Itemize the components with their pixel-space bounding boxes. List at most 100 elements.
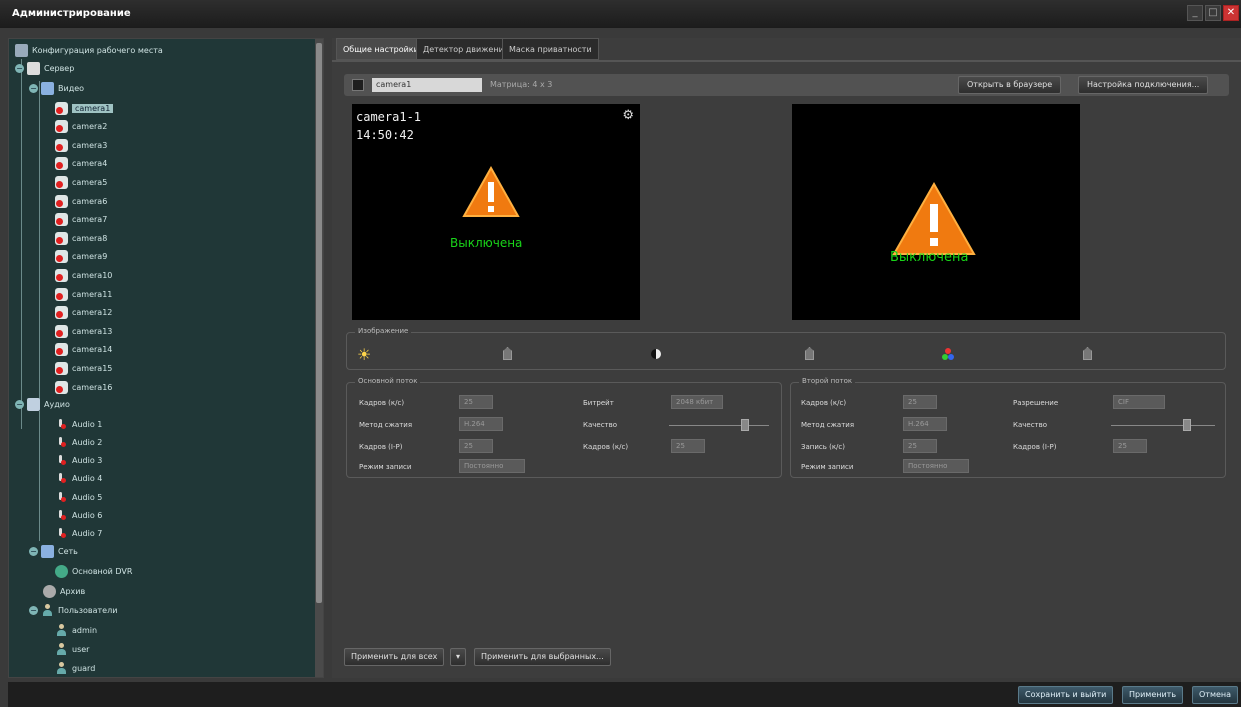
main-bitrate-field[interactable]: 2048 кбит	[671, 395, 723, 409]
tree-camera-item[interactable]: camera8	[55, 229, 107, 247]
tab-general[interactable]: Общие настройки	[336, 38, 426, 60]
tab-privacy-mask[interactable]: Маска приватности	[502, 38, 599, 60]
collapse-icon[interactable]: −	[15, 399, 24, 409]
camera-icon	[55, 287, 68, 301]
tree-user-item[interactable]: user	[55, 640, 89, 658]
contrast-slider[interactable]	[805, 347, 814, 360]
config-tree-panel: Конфигурация рабочего места − Сервер − В…	[8, 38, 324, 678]
audio-label: Audio 3	[72, 456, 103, 466]
preview-settings-icon[interactable]: ⚙	[622, 108, 634, 123]
main-bitrate-label: Битрейт	[583, 399, 614, 407]
camera-icon	[55, 157, 68, 171]
osd-camera-name: camera1-1	[356, 110, 422, 124]
tree-audio-item[interactable]: Audio 5	[55, 488, 102, 506]
gear-icon	[43, 584, 56, 598]
apply-all-button[interactable]: Применить для всех	[344, 648, 445, 666]
tree-scrollbar-thumb[interactable]	[316, 43, 322, 603]
brightness-slider[interactable]	[503, 347, 512, 360]
save-and-exit-button[interactable]: Сохранить и выйти	[1018, 686, 1114, 704]
main-iframe-field[interactable]: 25	[459, 439, 493, 453]
sub-fps-field[interactable]: 25	[903, 395, 937, 409]
tree-camera-item[interactable]: camera13	[55, 322, 112, 340]
camera-icon	[55, 343, 68, 357]
camera-label: camera1	[72, 103, 114, 113]
camera-icon	[55, 306, 68, 320]
tree-camera-item[interactable]: camera2	[55, 118, 107, 136]
tree-user-item[interactable]: admin	[55, 621, 97, 639]
tree-camera-item[interactable]: camera12	[55, 304, 112, 322]
main-compression-select[interactable]: H.264	[459, 417, 503, 431]
tree-network-item[interactable]: Основной DVR	[55, 562, 132, 580]
preview-status: Выключена	[450, 236, 523, 250]
apply-all-dropdown-icon[interactable]: ▾	[450, 648, 466, 666]
tree-server[interactable]: − Сервер	[15, 59, 74, 77]
tree-camera-item[interactable]: camera5	[55, 173, 107, 191]
tree-audio-item[interactable]: Audio 1	[55, 415, 102, 433]
cancel-button[interactable]: Отмена	[1192, 686, 1239, 704]
tree-root[interactable]: Конфигурация рабочего места	[15, 41, 163, 59]
camera-icon	[55, 268, 68, 282]
camera-label: camera10	[72, 270, 113, 280]
tree-audio-item[interactable]: Audio 4	[55, 470, 102, 488]
camera-icon	[55, 324, 68, 338]
tree-audio-item[interactable]: Audio 7	[55, 525, 102, 543]
tree-audio-item[interactable]: Audio 6	[55, 507, 102, 525]
tree-video-group[interactable]: − Видео	[29, 79, 84, 97]
main-record-fps-field[interactable]: 25	[671, 439, 705, 453]
globe-icon	[55, 564, 68, 578]
collapse-icon[interactable]: −	[29, 546, 38, 556]
apply-button[interactable]: Применить	[1122, 686, 1184, 704]
camera-preview-sub[interactable]: Выключена	[792, 104, 1080, 320]
apply-selected-button[interactable]: Применить для выбранных...	[474, 648, 611, 666]
tree-network-group[interactable]: − Сеть	[29, 542, 78, 560]
minimize-button[interactable]: _	[1187, 5, 1203, 21]
tree-camera-item[interactable]: camera3	[55, 136, 107, 154]
tree-camera-item[interactable]: camera14	[55, 341, 112, 359]
camera-preview-main[interactable]: camera1-1 14:50:42 ⚙ Выключена	[352, 104, 640, 320]
saturation-slider[interactable]	[1083, 347, 1092, 360]
tree-camera-item[interactable]: camera16	[55, 378, 112, 396]
collapse-icon[interactable]: −	[15, 63, 24, 73]
tree-camera-item[interactable]: camera4	[55, 155, 107, 173]
sub-record-fps-label: Запись (к/с)	[801, 443, 845, 451]
camera-enable-checkbox[interactable]	[352, 79, 364, 91]
tree-camera-item[interactable]: camera10	[55, 266, 112, 284]
main-iframe-label: Кадров (I-P)	[359, 443, 403, 451]
tree-audio-group[interactable]: − Аудио	[15, 395, 70, 413]
main-quality-slider[interactable]	[741, 419, 749, 431]
main-fps-field[interactable]: 25	[459, 395, 493, 409]
user-label: user	[72, 644, 90, 654]
tab-motion-detector[interactable]: Детектор движения	[416, 38, 516, 60]
sub-record-mode-label: Режим записи	[801, 463, 854, 471]
tree-archive[interactable]: Архив	[43, 582, 85, 600]
camera-name-input[interactable]: camera1	[372, 78, 482, 92]
tree-camera-item[interactable]: camera1	[55, 99, 114, 117]
sub-record-mode-select[interactable]: Постоянно	[903, 459, 969, 473]
main-record-mode-select[interactable]: Постоянно	[459, 459, 525, 473]
tree-camera-item[interactable]: camera11	[55, 285, 112, 303]
sub-record-fps-field[interactable]: 25	[903, 439, 937, 453]
sub-iframe-field[interactable]: 25	[1113, 439, 1147, 453]
tree-camera-item[interactable]: camera6	[55, 192, 107, 210]
sub-stream-group: Второй поток Кадров (к/с) 25 Разрешение …	[790, 377, 1226, 478]
sub-resolution-select[interactable]: CIF	[1113, 395, 1165, 409]
collapse-icon[interactable]: −	[29, 605, 38, 615]
tree-camera-item[interactable]: camera9	[55, 248, 107, 266]
tree-user-item[interactable]: guard	[55, 659, 95, 677]
sub-compression-select[interactable]: H.264	[903, 417, 947, 431]
main-quality-track	[669, 425, 769, 426]
tree-users-group[interactable]: − Пользователи	[29, 601, 117, 619]
maximize-button[interactable]: □	[1205, 5, 1221, 21]
sub-quality-slider[interactable]	[1183, 419, 1191, 431]
connection-settings-button[interactable]: Настройка подключения...	[1078, 76, 1209, 94]
tree-audio-item[interactable]: Audio 2	[55, 433, 102, 451]
color-icon	[942, 348, 954, 360]
open-in-browser-button[interactable]: Открыть в браузере	[958, 76, 1062, 94]
tree-audio-item[interactable]: Audio 3	[55, 452, 102, 470]
tree-camera-item[interactable]: camera7	[55, 211, 107, 229]
brightness-icon: ☀	[357, 345, 372, 364]
collapse-icon[interactable]: −	[29, 83, 38, 93]
close-button[interactable]: ✕	[1223, 5, 1239, 21]
camera-label: camera16	[72, 382, 113, 392]
tree-camera-item[interactable]: camera15	[55, 359, 112, 377]
